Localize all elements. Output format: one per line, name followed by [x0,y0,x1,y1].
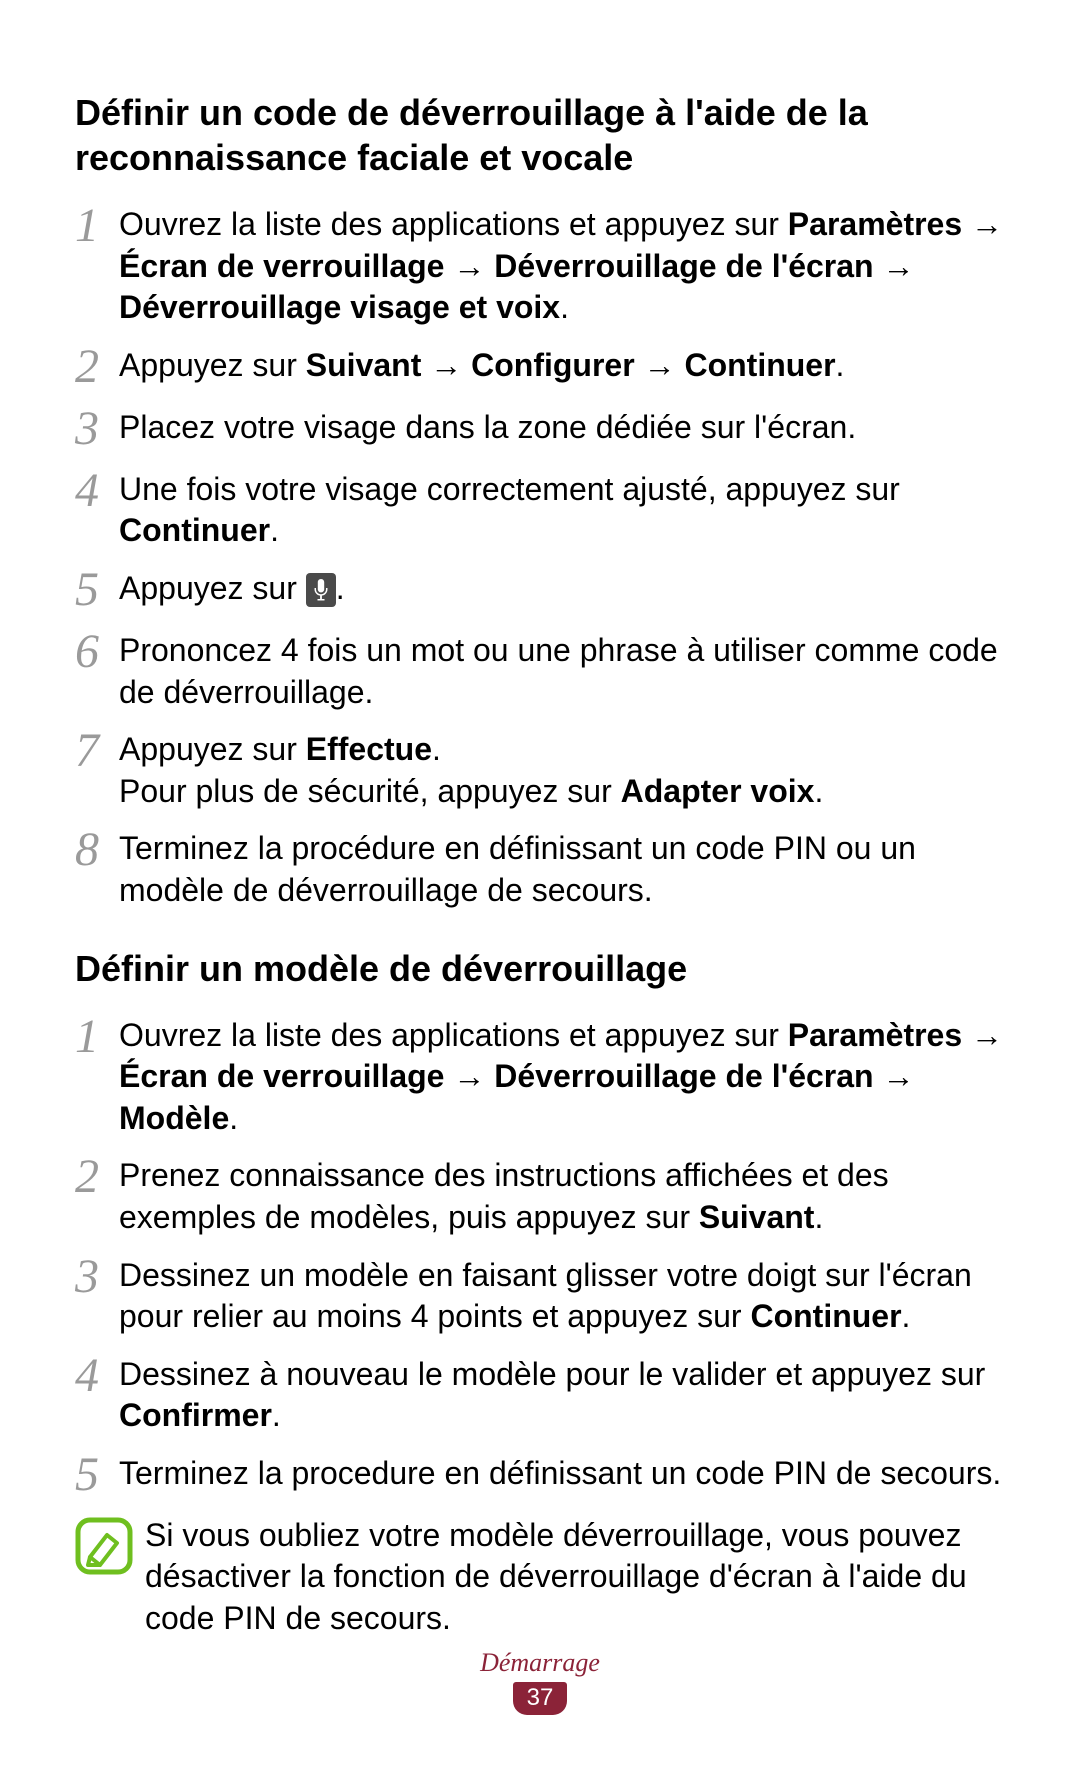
section2: Définir un modèle de déverrouillage 1 Ou… [75,946,1005,1640]
section2-heading: Définir un modèle de déverrouillage [75,946,1005,991]
step-number: 5 [75,566,119,614]
step-number: 4 [75,467,119,515]
step-number: 2 [75,1153,119,1201]
step-2: 2 Prenez connaissance des instructions a… [75,1155,1005,1238]
note-icon [75,1517,133,1575]
step-number: 7 [75,727,119,775]
microphone-icon [306,573,336,607]
step-body: Prononcez 4 fois un mot ou une phrase à … [119,630,1005,713]
manual-page: Définir un code de déverrouillage à l'ai… [0,0,1080,1771]
step-8: 8 Terminez la procédure en définissant u… [75,828,1005,911]
step-body: Prenez connaissance des instructions aff… [119,1155,1005,1238]
step-number: 4 [75,1352,119,1400]
section1-heading: Définir un code de déverrouillage à l'ai… [75,90,1005,180]
step-body: Placez votre visage dans la zone dédiée … [119,407,1005,449]
step-number: 6 [75,628,119,676]
step-number: 8 [75,826,119,874]
step-body: Dessinez à nouveau le modèle pour le val… [119,1354,1005,1437]
step-body: Appuyez sur . [119,568,1005,610]
step-4: 4 Une fois votre visage correctement aju… [75,469,1005,552]
step-body: Appuyez sur Effectue. Pour plus de sécur… [119,729,1005,812]
step-5: 5 Terminez la procedure en définissant u… [75,1453,1005,1499]
step-3: 3 Placez votre visage dans la zone dédié… [75,407,1005,453]
step-3: 3 Dessinez un modèle en faisant glisser … [75,1255,1005,1338]
step-number: 1 [75,202,119,250]
section1-steps: 1 Ouvrez la liste des applications et ap… [75,204,1005,912]
note-block: Si vous oubliez votre modèle déverrouill… [75,1515,1005,1640]
step-body: Ouvrez la liste des applications et appu… [119,204,1005,329]
step-5: 5 Appuyez sur . [75,568,1005,614]
step-2: 2 Appuyez sur Suivant → Configurer → Con… [75,345,1005,391]
step-body: Terminez la procedure en définissant un … [119,1453,1005,1495]
page-footer: Démarrage 37 [0,1648,1080,1715]
step-number: 2 [75,343,119,391]
step-body: Terminez la procédure en définissant un … [119,828,1005,911]
step-number: 5 [75,1451,119,1499]
step-4: 4 Dessinez à nouveau le modèle pour le v… [75,1354,1005,1437]
step-1: 1 Ouvrez la liste des applications et ap… [75,204,1005,329]
step-body: Ouvrez la liste des applications et appu… [119,1015,1005,1140]
note-text: Si vous oubliez votre modèle déverrouill… [145,1515,1005,1640]
section2-steps: 1 Ouvrez la liste des applications et ap… [75,1015,1005,1499]
step-body: Une fois votre visage correctement ajust… [119,469,1005,552]
step-number: 3 [75,1253,119,1301]
step-1: 1 Ouvrez la liste des applications et ap… [75,1015,1005,1140]
step-6: 6 Prononcez 4 fois un mot ou une phrase … [75,630,1005,713]
step-body: Dessinez un modèle en faisant glisser vo… [119,1255,1005,1338]
step-body: Appuyez sur Suivant → Configurer → Conti… [119,345,1005,387]
footer-category: Démarrage [0,1648,1080,1678]
step-7: 7 Appuyez sur Effectue. Pour plus de séc… [75,729,1005,812]
step-number: 3 [75,405,119,453]
page-number-badge: 37 [513,1682,568,1715]
step-number: 1 [75,1013,119,1061]
